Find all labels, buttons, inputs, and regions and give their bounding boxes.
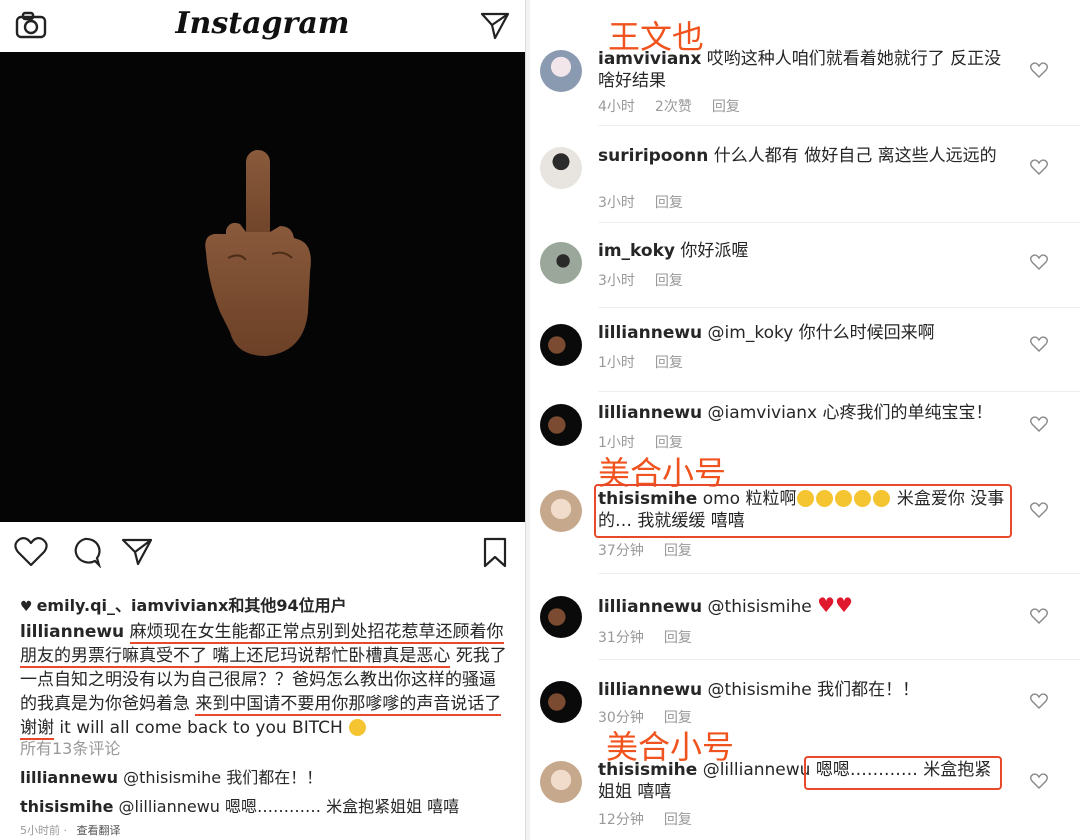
avatar[interactable]: [540, 404, 582, 446]
comment-meta: 4小时 2次赞 回复: [598, 99, 740, 115]
heart-icon[interactable]: [1030, 773, 1048, 789]
comment-text: suriripoonn 什么人都有 做好自己 离这些人远远的: [598, 146, 997, 166]
comment-meta: 1小时 回复: [598, 355, 683, 371]
comment-text: lilliannewu @thisismihe ♥♥: [598, 593, 853, 617]
likes-count[interactable]: 2次赞: [655, 99, 692, 115]
heart-icon[interactable]: [1030, 693, 1048, 709]
avatar[interactable]: [540, 761, 582, 803]
comment-row: im_koky 你好派喔 3小时 回复: [530, 240, 1080, 308]
avatar[interactable]: [540, 596, 582, 638]
avatar[interactable]: [540, 490, 582, 532]
comment-meta: 31分钟 回复: [598, 630, 692, 646]
liked-heart-icon: ♥: [20, 599, 33, 615]
heart-icon[interactable]: [1030, 416, 1048, 432]
middle-finger-emoji: [205, 150, 311, 356]
avatar[interactable]: [540, 50, 582, 92]
comments-panel: iamvivianx 哎哟这种人咱们就看着她就行了 反正没啥好结果 4小时 2次赞…: [530, 0, 1080, 840]
translate-link[interactable]: 查看翻译: [77, 824, 121, 837]
top-bar: Instagram: [0, 0, 525, 53]
comment-text: im_koky 你好派喔: [598, 241, 749, 261]
heart-icon[interactable]: [1030, 608, 1048, 624]
like-heart-icon[interactable]: [14, 536, 48, 568]
heart-icon[interactable]: [1030, 336, 1048, 352]
reply-link[interactable]: 回复: [712, 99, 740, 115]
comment-row: suriripoonn 什么人都有 做好自己 离这些人远远的 3小时 回复: [530, 145, 1080, 223]
direct-message-icon[interactable]: [479, 10, 511, 42]
reply-link[interactable]: 回复: [664, 543, 692, 559]
avatar[interactable]: [540, 147, 582, 189]
comment-row: lilliannewu @im_koky 你什么时候回来啊 1小时 回复: [530, 322, 1080, 392]
post-image: [0, 52, 525, 522]
comment-text: lilliannewu @im_koky 你什么时候回来啊: [598, 323, 935, 343]
heart-icon[interactable]: [1030, 502, 1048, 518]
comment-meta: 12分钟 回复: [598, 812, 692, 828]
list-item: lilliannewu @thisismihe 我们都在！！: [20, 768, 323, 787]
avatar[interactable]: [540, 242, 582, 284]
reply-link[interactable]: 回复: [655, 355, 683, 371]
reply-link[interactable]: 回复: [664, 812, 692, 828]
comment-row: iamvivianx 哎哟这种人咱们就看着她就行了 反正没啥好结果 4小时 2次赞…: [530, 48, 1080, 126]
red-heart-emoji-icon: ♥♥: [817, 593, 853, 617]
heart-icon[interactable]: [1030, 254, 1048, 270]
comment-text: lilliannewu @thisismihe 我们都在！！: [598, 680, 920, 700]
share-icon[interactable]: [120, 536, 154, 568]
post-panel: Instagram ♥ emily.qi_、iamvivianx和其他94位用户…: [0, 0, 526, 840]
list-item: thisismihe @lilliannewu 嗯嗯………… 米盒抱紧姐姐 嘻嘻: [20, 797, 460, 816]
comment-icon[interactable]: [68, 536, 102, 568]
reply-link[interactable]: 回复: [664, 630, 692, 646]
reply-link[interactable]: 回复: [655, 195, 683, 211]
view-all-comments[interactable]: 所有13条评论: [20, 735, 120, 759]
annotation-label: 王文也: [608, 18, 705, 56]
comment-text: lilliannewu @iamvivianx 心疼我们的单纯宝宝！: [598, 403, 993, 423]
highlight-box: [804, 756, 1002, 790]
app-logo: Instagram: [175, 6, 350, 41]
liked-by[interactable]: ♥ emily.qi_、iamvivianx和其他94位用户: [20, 592, 347, 616]
post-time: 5小时前 · 查看翻译: [20, 824, 121, 837]
avatar[interactable]: [540, 681, 582, 723]
emoji-icon: [349, 719, 367, 736]
highlight-box: [594, 484, 1012, 538]
post-caption: lilliannewu 麻烦现在女生能都正常点别到处招花惹草还顾着你朋友的男票行…: [20, 620, 508, 740]
comment-row: lilliannewu @thisismihe 我们都在！！ 30分钟 回复: [530, 679, 1080, 727]
comment-meta: 3小时 回复: [598, 273, 683, 289]
reply-link[interactable]: 回复: [655, 273, 683, 289]
comment-meta: 37分钟 回复: [598, 543, 692, 559]
post-actions: [0, 522, 525, 580]
comment-row: lilliannewu @thisismihe ♥♥ 31分钟 回复: [530, 594, 1080, 660]
bookmark-icon[interactable]: [478, 536, 512, 568]
heart-icon[interactable]: [1030, 159, 1048, 175]
comment-meta: 3小时 回复: [598, 195, 683, 211]
caption-username[interactable]: lilliannewu: [20, 622, 124, 642]
avatar[interactable]: [540, 324, 582, 366]
heart-icon[interactable]: [1030, 62, 1048, 78]
annotation-label: 美合小号: [606, 728, 735, 766]
